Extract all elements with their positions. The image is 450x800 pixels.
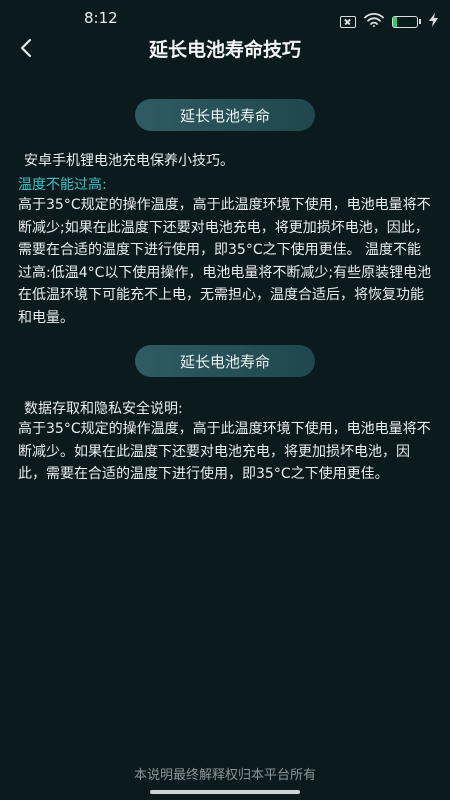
home-indicator[interactable] [150,790,300,794]
battery-level: 16 [398,15,412,25]
status-time: 8:12 [84,9,118,27]
page-title: 延长电池寿命技巧 [148,39,301,61]
section-2-pill: 延长电池寿命 [135,345,315,377]
nav-bar: 延长电池寿命技巧 [0,28,450,68]
section-2-body: 高于35°C规定的操作温度，高于此温度环境下使用，电池电量将不断减少。如果在此温… [18,421,431,482]
section-1-pill: 延长电池寿命 [135,99,315,131]
section-1-intro: 安卓手机锂电池充电保养小技巧。 [24,153,234,169]
footer-note: 本说明最终解释权归本平台所有 [133,768,316,783]
battery-icon: 16 [392,15,421,28]
section-1-body: 高于35°C规定的操作温度，高于此温度环境下使用，电池电量将不断减少;如果在此温… [18,197,432,326]
sim-card-off-icon [340,15,356,28]
